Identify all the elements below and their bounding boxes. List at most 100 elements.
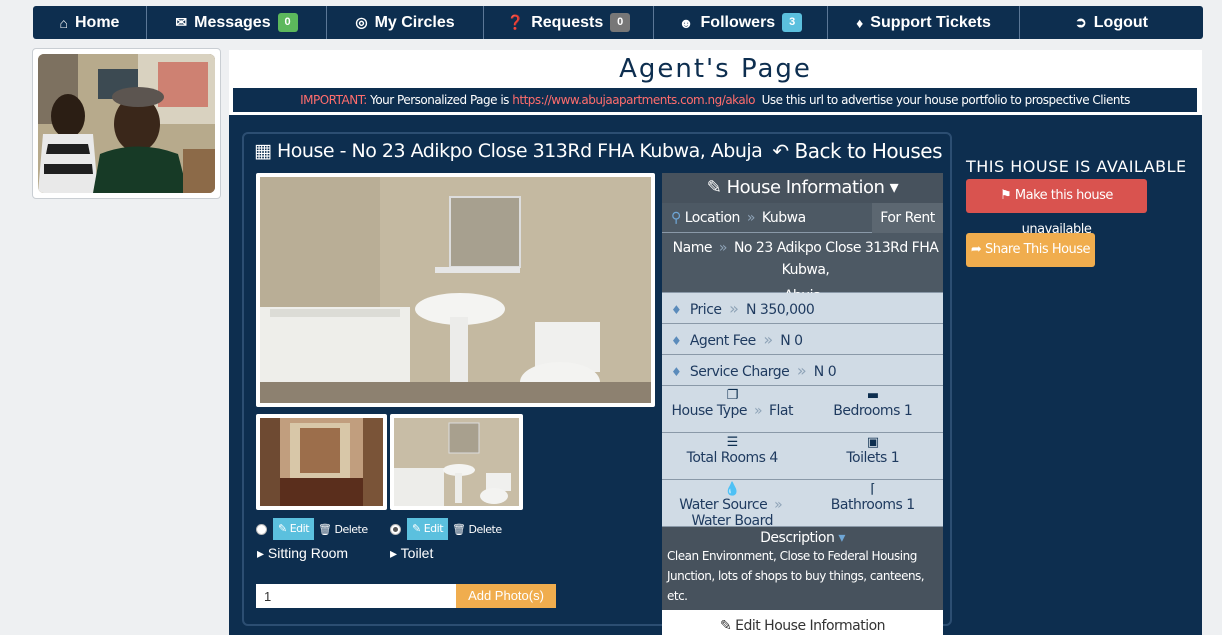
bed-icon: ▬ — [866, 388, 879, 403]
house-title-text: House - No 23 Adikpo Close 313Rd FHA Kub… — [277, 140, 763, 162]
map-marker-icon: ⚲ — [671, 210, 681, 226]
list-icon: ☰ — [726, 435, 739, 450]
thumb2-controls: ✎ Edit 🗑 Delete — [390, 518, 502, 540]
house-type-cell: ❐ House Type » Flat — [662, 386, 803, 432]
messages-badge: 0 — [277, 13, 298, 32]
home-icon: ⌂ — [59, 14, 68, 31]
house-type-label: House Type — [671, 403, 748, 419]
circles-icon: ◎ — [355, 14, 368, 30]
nav-support-tickets[interactable]: ♦ Support Tickets — [828, 6, 1020, 39]
nav-followers[interactable]: ☻ Followers 3 — [654, 6, 828, 39]
delete-label: Delete — [334, 522, 369, 536]
agent-fee-row: ♦ Agent Fee » N 0 — [662, 324, 943, 355]
nav-requests-label: Requests — [531, 13, 604, 31]
nav-requests[interactable]: ❓ Requests 0 — [484, 6, 654, 39]
description-text: Clean Environment, Close to Federal Hous… — [667, 549, 925, 603]
trash-icon: 🗑 — [452, 522, 466, 536]
user-icon: ☻ — [678, 14, 694, 31]
bedrooms-cell: ▬ Bedrooms 1 — [803, 386, 944, 432]
water-source-label: Water Source — [679, 497, 768, 513]
back-label: Back to Houses — [794, 139, 943, 163]
avatar-photo — [38, 54, 215, 193]
thumb1-radio[interactable] — [256, 523, 267, 535]
share-house-button[interactable]: ➦ Share This House — [966, 233, 1095, 267]
bathrooms-label: Bathrooms — [830, 497, 903, 513]
thumb1-delete-button[interactable]: 🗑 Delete — [318, 523, 368, 536]
edit-house-info-button[interactable]: ✎ Edit House Information — [662, 610, 943, 635]
toilets-cell: ▣ Toilets 1 — [803, 433, 944, 479]
thumb2-edit-button[interactable]: ✎ Edit — [407, 518, 449, 540]
separator: » — [729, 299, 739, 318]
bathroom-photo — [260, 177, 651, 403]
question-icon: ❓ — [506, 14, 525, 30]
thumb2-radio[interactable] — [390, 523, 401, 535]
location-value: Kubwa — [761, 210, 806, 226]
toilet-photo — [394, 418, 519, 506]
tag-icon: ♦ — [671, 334, 682, 348]
toilet-icon: ▣ — [866, 435, 879, 450]
url-suffix: Use this url to advertise your house por… — [761, 93, 1131, 107]
separator: » — [746, 210, 756, 226]
profile-card — [32, 48, 221, 199]
total-rooms-value: 4 — [769, 450, 778, 466]
shower-icon: ⌈ — [870, 482, 876, 497]
thumb1-edit-button[interactable]: ✎ Edit — [273, 518, 315, 540]
total-rooms-label: Total Rooms — [686, 450, 766, 466]
main-photo[interactable] — [256, 173, 655, 407]
caption-text: Sitting Room — [267, 545, 349, 561]
nav-home[interactable]: ⌂ Home — [33, 6, 147, 39]
separator: » — [796, 361, 807, 380]
thumb1-caption[interactable]: ▸ Sitting Room — [257, 545, 348, 562]
nav-circles[interactable]: ◎ My Circles — [327, 6, 484, 39]
thumb2-caption[interactable]: ▸ Toilet — [390, 545, 433, 562]
edit-icon: ✎ — [719, 618, 732, 634]
total-rooms-cell: ☰ Total Rooms 4 — [662, 433, 803, 479]
add-photos-button[interactable]: Add Photo(s) — [456, 584, 556, 608]
price-row: ♦ Price » N 350,000 — [662, 293, 943, 324]
service-charge-row: ♦ Service Charge » N 0 — [662, 355, 943, 386]
url-notice: IMPORTANT: Your Personalized Page is htt… — [233, 88, 1197, 112]
thumb1-controls: ✎ Edit 🗑 Delete — [256, 518, 368, 540]
bookmark-icon: ⚑ — [1000, 188, 1012, 203]
back-to-houses-link[interactable]: ↶ Back to Houses — [772, 139, 942, 163]
caption-text: Toilet — [400, 545, 434, 561]
bedrooms-value: 1 — [903, 403, 913, 419]
thumb-sitting-room[interactable] — [256, 414, 387, 510]
thumb-toilet[interactable] — [390, 414, 523, 510]
sitting-room-photo — [260, 418, 383, 506]
price-label: Price — [689, 302, 722, 318]
requests-badge: 0 — [610, 13, 631, 32]
unavailable-label: Make this house unavailable — [1014, 188, 1113, 237]
nav-messages-label: Messages — [194, 13, 271, 31]
personal-url-link[interactable]: https://www.abujaapartments.com.ng/akalo — [512, 93, 755, 107]
avatar[interactable] — [38, 54, 215, 193]
toilets-value: 1 — [890, 450, 900, 466]
thumb2-delete-button[interactable]: 🗑 Delete — [452, 523, 502, 536]
page-title: Agent's Page — [619, 54, 812, 84]
separator: » — [718, 240, 728, 256]
house-info-heading[interactable]: ✎ House Information ▾ — [662, 173, 943, 203]
nav-logout[interactable]: ➲ Logout — [1020, 6, 1203, 39]
caret-right-icon: ▸ — [390, 545, 398, 561]
availability-status: THIS HOUSE IS AVAILABLE — [966, 157, 1187, 176]
make-unavailable-button[interactable]: ⚑ Make this house unavailable — [966, 179, 1147, 237]
page-header: Agent's Page IMPORTANT: Your Personalize… — [229, 50, 1202, 115]
water-source-value: Water Board — [691, 513, 774, 529]
separator: » — [763, 330, 773, 349]
description-toggle[interactable]: Description ▾ — [667, 530, 938, 546]
toilets-label: Toilets — [846, 450, 887, 466]
description-box: Description ▾ Clean Environment, Close t… — [662, 527, 943, 610]
separator: » — [753, 403, 763, 419]
photo-count-input[interactable] — [256, 584, 458, 608]
important-label: IMPORTANT: — [300, 93, 367, 107]
edit-label: Edit — [289, 522, 310, 535]
nav-messages[interactable]: ✉ Messages 0 — [147, 6, 327, 39]
nav-circles-label: My Circles — [374, 13, 455, 31]
name-value: No 23 Adikpo Close 313Rd FHA Kubwa, — [733, 240, 939, 278]
tag-icon: ♦ — [671, 303, 682, 317]
separator: » — [774, 497, 783, 513]
copy-icon: ❐ — [726, 388, 739, 403]
top-nav: ⌂ Home ✉ Messages 0 ◎ My Circles ❓ Reque… — [33, 6, 1203, 39]
type-bedrooms-row: ❐ House Type » Flat ▬ Bedrooms 1 — [662, 386, 943, 433]
url-prefix: Your Personalized Page is — [370, 93, 509, 107]
